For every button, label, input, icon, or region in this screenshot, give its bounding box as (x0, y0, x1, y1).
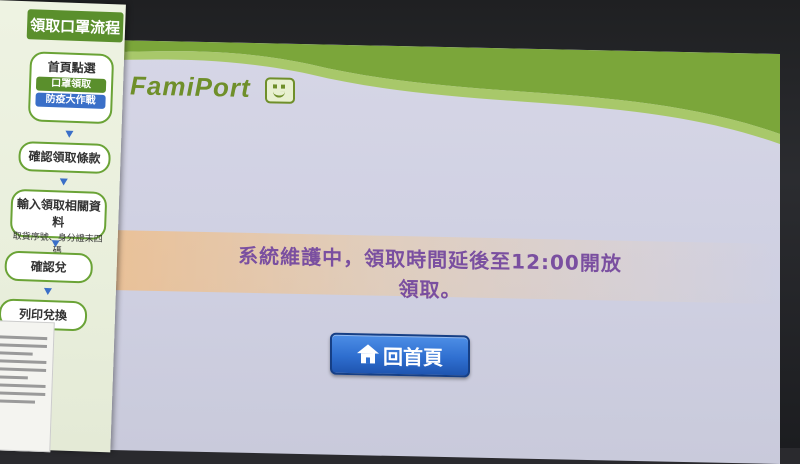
sign-step-1: 首頁點選 口罩領取 防疫大作戰 (27, 51, 115, 125)
instruction-sign: 領取口罩流程 首頁點選 口罩領取 防疫大作戰 確認領取條款 輸入領取相關資料 取… (0, 0, 126, 453)
sign-step-4-label: 確認兌 (30, 259, 67, 275)
home-icon (357, 344, 379, 364)
receipt-sample (0, 319, 55, 453)
sign-step-1-sub-b: 防疫大作戰 (35, 92, 106, 109)
famiport-logo: FamiPort (130, 70, 295, 104)
home-button[interactable]: 回首頁 (330, 332, 470, 378)
arrow-down-icon (59, 178, 68, 186)
arrow-down-icon (43, 287, 52, 296)
arrow-down-icon (65, 130, 74, 138)
maintenance-message: 系統維護中，領取時間延後至12:00開放 領取。 (220, 240, 640, 309)
sign-step-2: 確認領取條款 (18, 140, 112, 175)
home-button-label: 回首頁 (383, 344, 443, 370)
brand-text: FamiPort (130, 70, 251, 103)
sign-step-4: 確認兌 (4, 250, 94, 284)
sign-title: 領取口罩流程 (26, 9, 124, 43)
sign-step-3-label: 輸入領取相關資料 (16, 196, 102, 230)
smiley-logo-icon (264, 77, 295, 104)
sign-step-1-label: 首頁點選 (47, 59, 96, 76)
arrow-down-icon (51, 240, 60, 248)
sign-step-3: 輸入領取相關資料 取貨序號、身分證末四碼 (9, 188, 108, 257)
kiosk-screen: FamiPort 系統維護中，領取時間延後至12:00開放 領取。 回首頁 (110, 40, 780, 464)
sign-step-2-label: 確認領取條款 (28, 149, 101, 166)
sign-step-1-sub-a: 口罩領取 (35, 76, 107, 93)
